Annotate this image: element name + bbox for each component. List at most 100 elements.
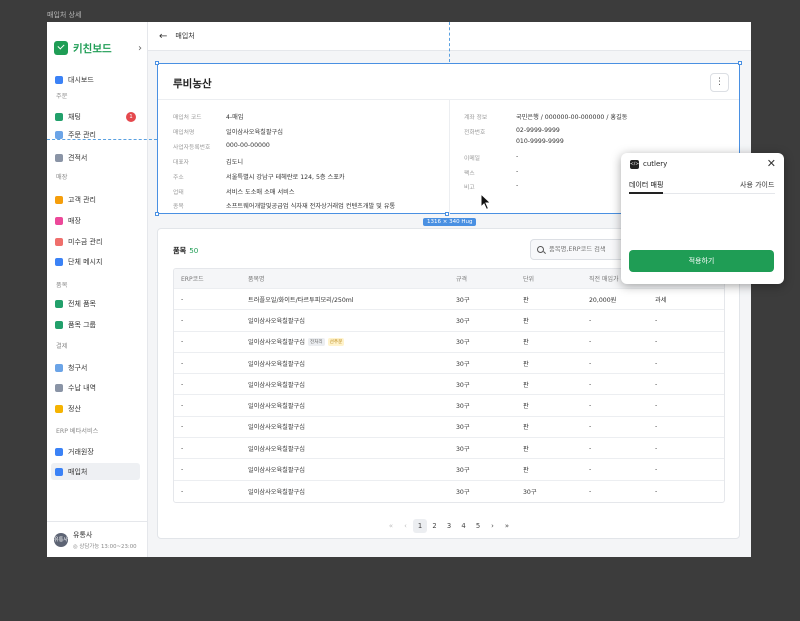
table-cell: 판 [523, 310, 529, 330]
cell-text: - [181, 402, 184, 410]
cell-text: - [589, 316, 592, 324]
field-value: 김도니 [226, 159, 244, 166]
cell-text: 일이삼사오육칠팔구십 [248, 360, 305, 368]
cell-text: - [589, 338, 592, 346]
table-row[interactable]: - 일이삼사오육칠팔구십 30구 판 - - [174, 395, 724, 417]
sidebar-item-label: 매입처 [68, 467, 88, 476]
page-button[interactable]: 4 [457, 519, 471, 533]
table-row[interactable]: - 일이삼사오육칠팔구십 30구 판 - - [174, 459, 724, 481]
column-header[interactable]: 직전 매입가 [589, 269, 619, 288]
cell-text: 판 [523, 381, 529, 389]
cell-text: - [589, 402, 592, 410]
page-button[interactable]: 2 [428, 519, 442, 533]
tab-data-mapping[interactable]: 데이터 매핑 [629, 180, 663, 190]
cell-text: - [181, 423, 184, 431]
megaphone-icon [55, 257, 63, 266]
close-icon[interactable]: ✕ [767, 157, 776, 170]
sidebar-item[interactable]: 주문 관리 [51, 126, 140, 143]
table-cell: 일이삼사오육칠팔구십 [248, 438, 305, 458]
table-cell: - [589, 353, 591, 373]
prev-page-button[interactable]: ‹ [399, 519, 413, 533]
search-input[interactable] [549, 246, 619, 253]
table-cell: - [655, 438, 657, 458]
invoice-icon [55, 363, 63, 372]
selection-handle[interactable] [155, 61, 159, 65]
cell-text: 30구 [523, 488, 537, 496]
cell-text: 30구 [456, 467, 470, 475]
pagination: «‹ 1 2 3 4 5 ›» [384, 519, 515, 533]
column-header[interactable]: 품목명 [248, 269, 265, 288]
frame-label: 매입처 상세 [47, 11, 82, 19]
search-box[interactable] [530, 239, 630, 260]
page-button[interactable]: 1 [413, 519, 427, 533]
table-cell: - [655, 395, 657, 415]
item-tag: 선주문 [327, 337, 345, 346]
table-cell: - [181, 395, 183, 415]
chevron-right-icon[interactable]: › [138, 43, 142, 54]
table-row[interactable]: - 일이삼사오육칠팔구십 30구 판 - - [174, 374, 724, 396]
table-cell: - [655, 332, 657, 352]
column-header[interactable]: 규격 [456, 269, 467, 288]
tab-usage-guide[interactable]: 사용 가이드 [740, 180, 774, 190]
column-header[interactable]: ERP코드 [181, 269, 204, 288]
table-row[interactable]: - 일이삼사오육칠팔구십 30구 판 - - [174, 438, 724, 460]
table-row[interactable]: - 일이삼사오육칠팔구십 30구 판 - - [174, 353, 724, 375]
sidebar-item[interactable]: 매입처 [51, 463, 140, 480]
sidebar-item[interactable]: 매장 [51, 212, 140, 229]
sidebar-item[interactable]: 미수금 관리 [51, 233, 140, 250]
field-value: 010-9999-9999 [516, 138, 564, 145]
sidebar-item[interactable]: 채팅 1 [51, 108, 140, 125]
cell-text: - [181, 295, 184, 303]
selection-handle[interactable] [738, 61, 742, 65]
column-header[interactable]: 단위 [523, 269, 534, 288]
field-value: 02-9999-9999 [516, 127, 560, 134]
table-cell: 판 [523, 395, 529, 415]
table-cell: - [181, 459, 183, 479]
brand[interactable]: 키친보드 › [54, 38, 142, 58]
page-button[interactable]: 3 [442, 519, 456, 533]
selection-handle[interactable] [155, 212, 159, 216]
table-row[interactable]: - 일이삼사오육칠팔구십 30구 30구 - - [174, 481, 724, 502]
field-label: 매입처명 [173, 130, 195, 136]
table-row[interactable]: - 트러플오일/화이트/타르투피모리/250ml 30구 판 20,000원 과세 [174, 289, 724, 311]
sidebar-item[interactable]: 거래원장 [51, 443, 140, 460]
sidebar-item[interactable]: 청구서 [51, 359, 140, 376]
sidebar-item[interactable]: 수납 내역 [51, 379, 140, 396]
field-label: 주소 [173, 175, 184, 181]
box-icon [55, 299, 63, 308]
table-cell: - [181, 289, 183, 309]
back-arrow-icon[interactable]: ← [159, 31, 167, 42]
sidebar-item-label: 품목 그룹 [68, 320, 96, 329]
cell-text: - [655, 316, 658, 324]
cell-text: - [181, 466, 184, 474]
sidebar-item-label: 정산 [68, 404, 81, 413]
sidebar-item[interactable]: 대시보드 [51, 71, 140, 88]
sidebar-item[interactable]: 견적서 [51, 149, 140, 166]
sidebar-item[interactable]: 전체 품목 [51, 295, 140, 312]
user-box[interactable]: 유통사 유통사 ◎ 상담가능 13:00~23:00 [47, 521, 147, 557]
first-page-button[interactable]: « [384, 519, 398, 533]
sidebar-item[interactable]: 단체 메시지 [51, 253, 140, 270]
item-tag: 전처리 [307, 337, 325, 346]
sidebar-item-label: 대시보드 [68, 75, 94, 84]
items-count: 50 [189, 246, 199, 255]
next-page-button[interactable]: › [486, 519, 500, 533]
sidebar-item[interactable]: 고객 관리 [51, 191, 140, 208]
table-cell: 판 [523, 353, 529, 373]
field-label: 계좌 정보 [464, 115, 488, 121]
table-row[interactable]: - 일이삼사오육칠팔구십 전처리 선주문 30구 판 - - [174, 332, 724, 353]
table-row[interactable]: - 일이삼사오육칠팔구십 30구 판 - - [174, 310, 724, 332]
vendor-name: 루비농산 [173, 78, 212, 90]
page-button[interactable]: 5 [471, 519, 485, 533]
last-page-button[interactable]: » [500, 519, 514, 533]
table-cell: 판 [523, 438, 529, 458]
cell-text: 20,000원 [589, 296, 617, 304]
sidebar-item[interactable]: 품목 그룹 [51, 316, 140, 333]
cell-text: - [181, 338, 184, 346]
more-vertical-icon[interactable]: ⋮ [710, 73, 729, 92]
apply-button[interactable]: 적용하기 [629, 250, 774, 272]
table-row[interactable]: - 일이삼사오육칠팔구십 30구 판 - - [174, 417, 724, 439]
group-icon [55, 320, 63, 329]
sidebar-item[interactable]: 정산 [51, 400, 140, 417]
field-value: - [516, 153, 519, 160]
